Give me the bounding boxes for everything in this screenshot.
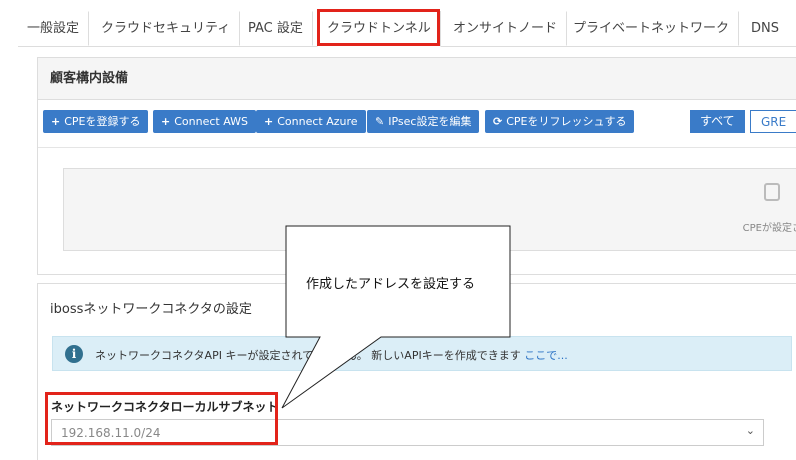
cpe-panel: 顧客構内設備 + CPEを登録する + Connect AWS + Connect A… <box>37 57 796 275</box>
subnet-select-value: 192.168.11.0/24 <box>61 426 161 440</box>
cpe-empty-area: CPEが設定さ <box>63 168 796 251</box>
tab-cloud-security[interactable]: クラウドセキュリティ <box>91 11 241 46</box>
register-cpe-button[interactable]: + CPEを登録する <box>43 110 149 133</box>
info-message: ネットワークコネクタAPI キーが設定されていません。 新しいAPIキーを作成で… <box>95 347 568 363</box>
cpe-toolbar: + CPEを登録する + Connect AWS + Connect Azure ✎ I… <box>38 100 796 148</box>
plus-icon: + <box>161 115 171 128</box>
plus-icon: + <box>51 115 61 128</box>
cpe-panel-title: 顧客構内設備 <box>38 58 796 100</box>
cpe-empty-text: CPEが設定さ <box>742 223 796 234</box>
info-text: ネットワークコネクタAPI キーが設定されていません。 新しいAPIキーを作成で… <box>95 349 521 362</box>
refresh-cpe-label: CPEをリフレッシュする <box>506 115 627 128</box>
tab-private-network[interactable]: プライベートネットワーク <box>563 11 740 46</box>
info-icon: i <box>65 345 83 363</box>
tab-pac-settings[interactable]: PAC 設定 <box>238 11 313 46</box>
subnet-select[interactable]: 192.168.11.0/24 ⌄ <box>51 419 764 446</box>
connect-aws-button[interactable]: + Connect AWS <box>153 110 256 133</box>
refresh-cpe-button[interactable]: ⟳ CPEをリフレッシュする <box>485 110 635 133</box>
create-api-key-link[interactable]: ここで... <box>524 349 568 362</box>
filter-gre-button[interactable]: GRE <box>750 110 796 133</box>
connect-azure-label: Connect Azure <box>277 115 358 128</box>
chevron-down-icon: ⌄ <box>745 424 755 437</box>
tab-dns[interactable]: DNS <box>741 11 789 46</box>
settings-tabs: 一般設定 クラウドセキュリティ PAC 設定 クラウドトンネル オンサイトノード… <box>18 11 796 47</box>
api-key-info-alert: i ネットワークコネクタAPI キーが設定されていません。 新しいAPIキーを作… <box>52 336 792 371</box>
plus-icon: + <box>264 115 274 128</box>
edit-ipsec-button[interactable]: ✎ IPsec設定を編集 <box>367 110 480 133</box>
edit-ipsec-label: IPsec設定を編集 <box>388 115 472 128</box>
callout-text: 作成したアドレスを設定する <box>306 277 476 292</box>
tab-cloud-tunnel[interactable]: クラウドトンネル <box>317 11 441 47</box>
connect-aws-label: Connect AWS <box>174 115 248 128</box>
tab-general[interactable]: 一般設定 <box>17 11 90 46</box>
filter-all-button[interactable]: すべて <box>690 110 745 133</box>
refresh-icon: ⟳ <box>493 115 503 128</box>
connector-panel-title: ibossネットワークコネクタの設定 <box>50 302 252 317</box>
connect-azure-button[interactable]: + Connect Azure <box>256 110 366 133</box>
pencil-icon: ✎ <box>375 115 385 128</box>
tab-onsite-node[interactable]: オンサイトノード <box>443 11 568 46</box>
device-icon <box>764 183 780 201</box>
subnet-field-label: ネットワークコネクタローカルサブネット <box>51 400 279 414</box>
register-cpe-label: CPEを登録する <box>64 115 141 128</box>
